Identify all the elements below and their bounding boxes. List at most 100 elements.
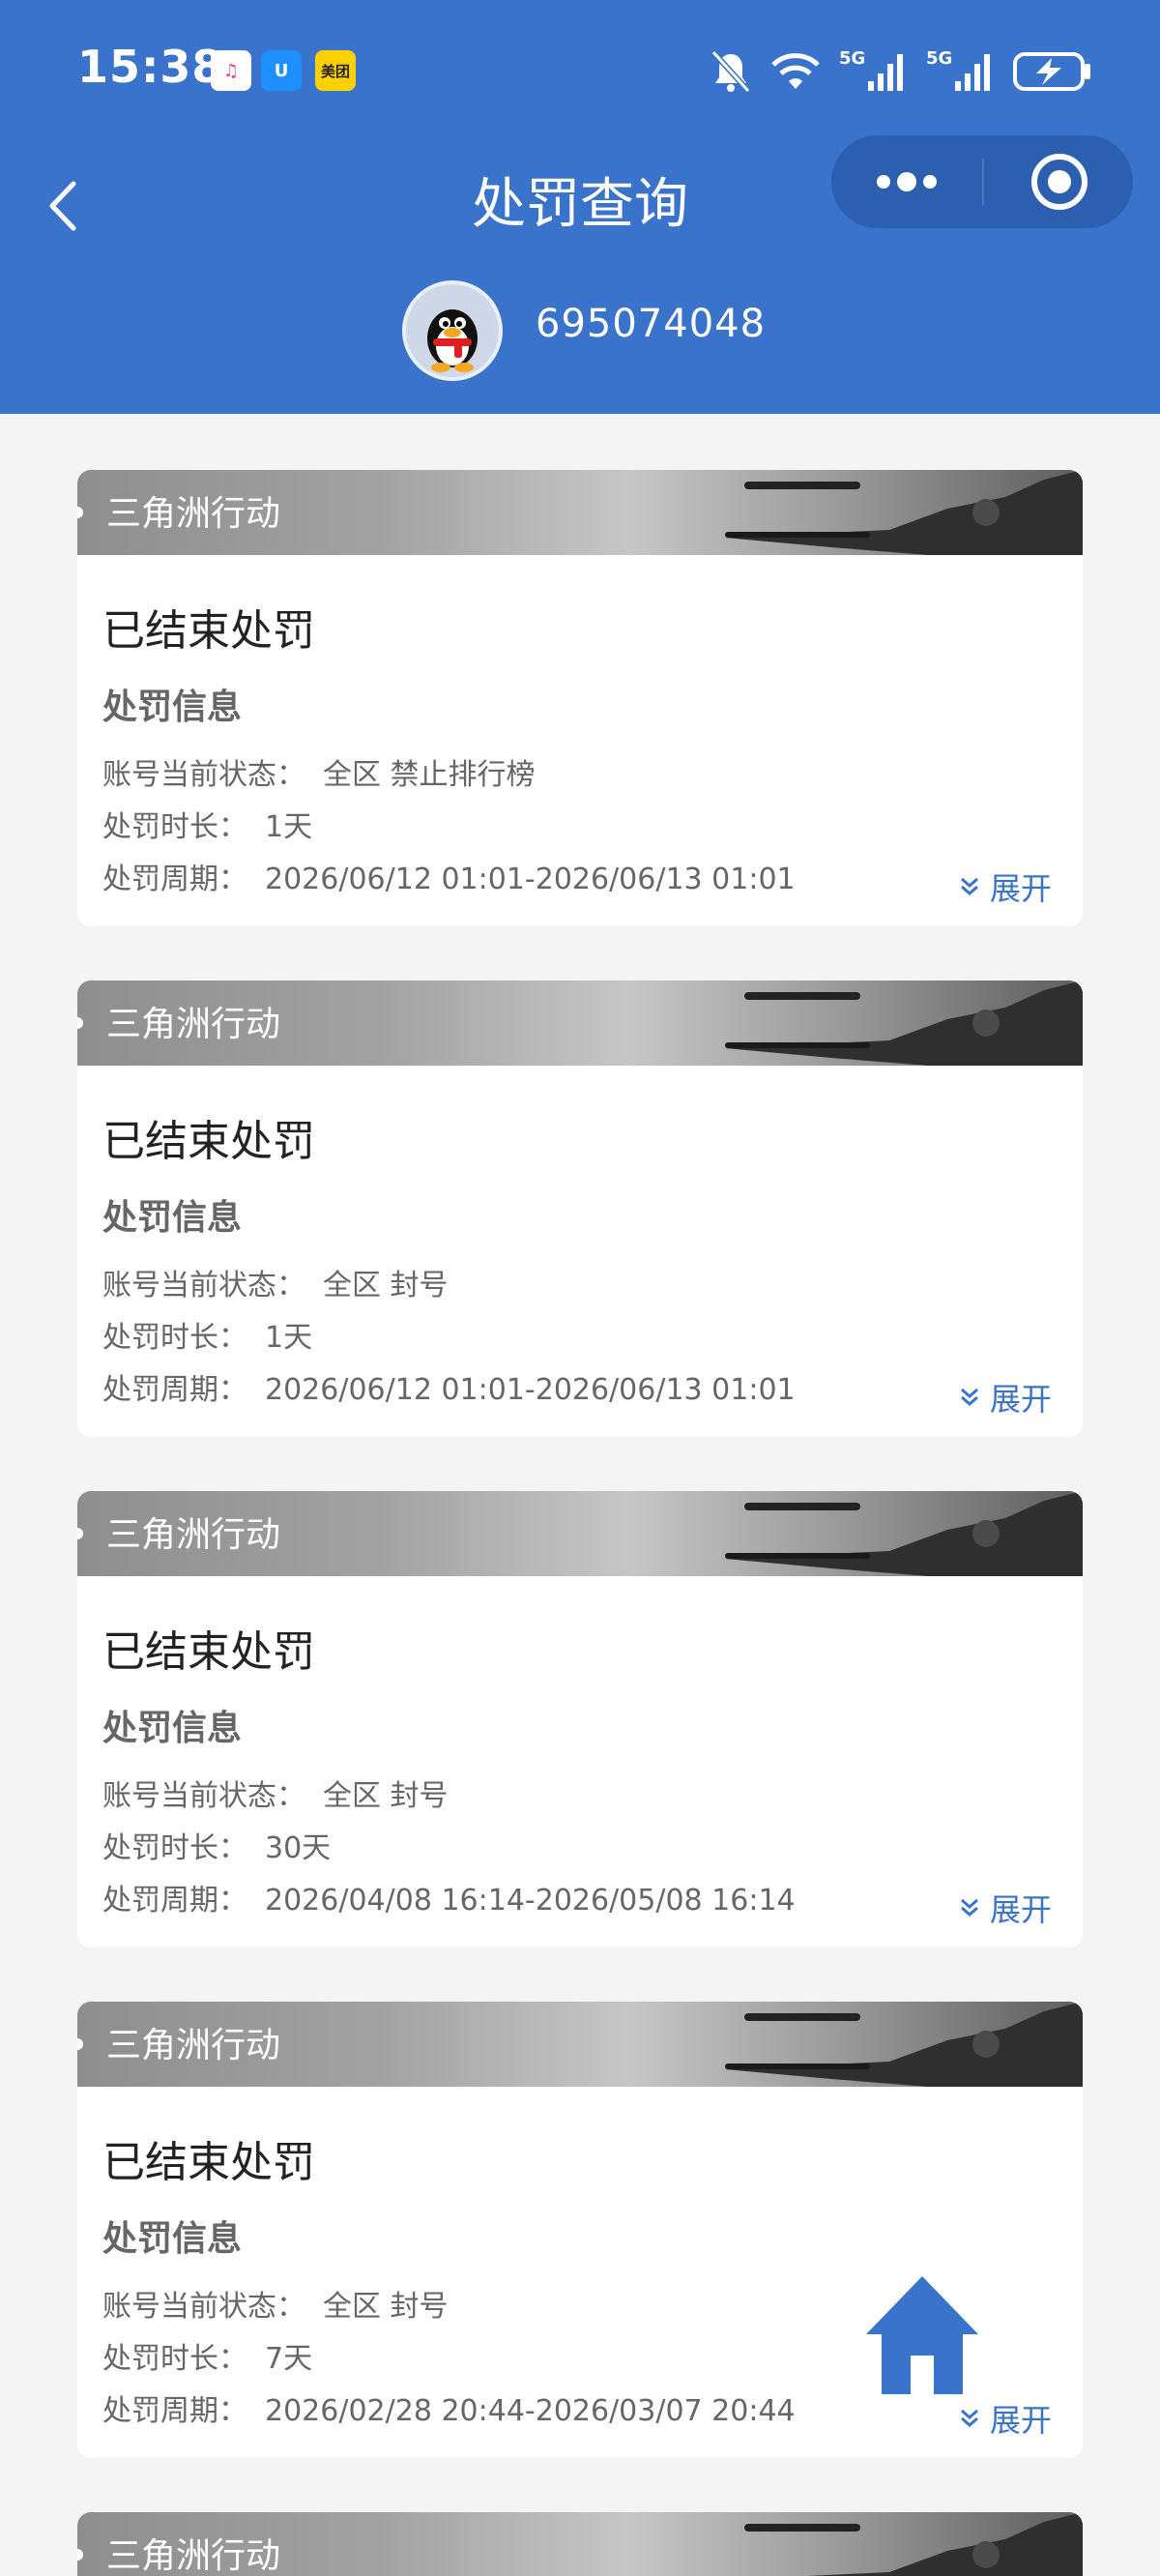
card-banner: 三角洲行动 <box>77 2512 1083 2576</box>
signal-5g-icon-2: 5G <box>926 48 996 95</box>
soldier-rifle-image <box>725 1491 1083 1576</box>
duration-value: 7天 <box>265 2342 313 2376</box>
info-heading: 处罚信息 <box>102 1198 243 1238</box>
duration-row: 处罚时长： 30天 <box>102 1824 331 1866</box>
account-state-value: 全区 封号 <box>323 1779 449 1813</box>
close-button[interactable] <box>984 135 1133 228</box>
account-state-value: 全区 封号 <box>323 1269 449 1303</box>
penalty-card: 三角洲行动 已结束处罚 处罚信息 账号当前状态： 全区 禁止排行榜 处罚时长： 1天… <box>77 470 1083 926</box>
double-chevron-down-icon <box>960 1388 978 1406</box>
soldier-rifle-image <box>725 981 1083 1066</box>
period-value: 2026/02/28 20:44-2026/03/07 20:44 <box>265 2394 796 2428</box>
home-button-icon[interactable] <box>862 2272 982 2398</box>
period-row: 处罚周期： 2026/06/12 01:01-2026/06/13 01:01 <box>102 1365 796 1408</box>
wifi-icon <box>771 53 820 89</box>
card-banner: 三角洲行动 <box>77 470 1083 555</box>
game-name: 三角洲行动 <box>106 494 281 534</box>
period-row: 处罚周期： 2026/06/12 01:01-2026/06/13 01:01 <box>102 855 796 897</box>
duration-label: 处罚时长： <box>102 2342 247 2376</box>
meituan-app-icon: 美团 <box>315 50 356 91</box>
account-state-label: 账号当前状态： <box>102 2290 305 2324</box>
signal-5g-icon: 5G <box>839 48 909 95</box>
game-name: 三角洲行动 <box>106 2536 281 2576</box>
banner-dot <box>77 2038 83 2050</box>
game-name: 三角洲行动 <box>106 1515 281 1555</box>
status-time: 15:38 <box>77 41 224 93</box>
account-state-label: 账号当前状态： <box>102 758 305 792</box>
banner-dot <box>77 1528 83 1539</box>
duration-label: 处罚时长： <box>102 1321 247 1355</box>
battery-charging-icon <box>1013 52 1090 91</box>
close-circle-icon <box>1031 154 1088 210</box>
account-state-value: 全区 禁止排行榜 <box>323 758 536 792</box>
expand-label: 展开 <box>989 1381 1052 1418</box>
period-label: 处罚周期： <box>102 1884 247 1917</box>
period-row: 处罚周期： 2026/02/28 20:44-2026/03/07 20:44 <box>102 2386 796 2429</box>
mute-icon <box>710 49 751 94</box>
account-state-row: 账号当前状态： 全区 封号 <box>102 1771 449 1814</box>
duration-value: 1天 <box>265 1321 313 1355</box>
double-chevron-down-icon <box>960 1898 978 1917</box>
expand-label: 展开 <box>989 2402 1052 2439</box>
penalty-status: 已结束处罚 <box>102 606 315 656</box>
banner-dot <box>77 507 83 518</box>
expand-button[interactable]: 展开 <box>959 2396 1052 2441</box>
mini-program-capsule <box>831 135 1133 228</box>
account-state-label: 账号当前状态： <box>102 1269 305 1303</box>
card-banner: 三角洲行动 <box>77 2002 1083 2087</box>
music-app-icon: ♫ <box>211 50 251 91</box>
avatar <box>402 280 503 381</box>
section-separator <box>0 414 1160 470</box>
penalty-card-partial: 三角洲行动 <box>77 2512 1083 2576</box>
period-label: 处罚周期： <box>102 1373 247 1407</box>
card-banner: 三角洲行动 <box>77 981 1083 1066</box>
duration-label: 处罚时长： <box>102 1831 247 1865</box>
penalty-status: 已结束处罚 <box>102 1117 315 1166</box>
status-bar: 15:38 ♫ U 美团 5G 5G <box>0 0 1160 143</box>
account-state-row: 账号当前状态： 全区 封号 <box>102 1261 449 1303</box>
period-value: 2026/06/12 01:01-2026/06/13 01:01 <box>265 1373 796 1407</box>
expand-label: 展开 <box>989 870 1052 907</box>
game-name: 三角洲行动 <box>106 2026 281 2065</box>
more-dots-icon <box>877 172 937 191</box>
account-state-value: 全区 封号 <box>323 2290 449 2324</box>
game-name: 三角洲行动 <box>106 1005 281 1044</box>
user-row: 695074048 <box>0 280 1160 387</box>
penalty-card: 三角洲行动 已结束处罚 处罚信息 账号当前状态： 全区 封号 处罚时长： 1天 处罚… <box>77 981 1083 1437</box>
duration-row: 处罚时长： 7天 <box>102 2334 312 2377</box>
expand-button[interactable]: 展开 <box>959 864 1052 909</box>
expand-button[interactable]: 展开 <box>959 1375 1052 1420</box>
duration-row: 处罚时长： 1天 <box>102 1313 312 1356</box>
status-icons: 5G 5G <box>710 43 1092 101</box>
expand-button[interactable]: 展开 <box>959 1886 1052 1930</box>
banner-dot <box>77 2549 83 2561</box>
u-app-icon: U <box>261 50 302 91</box>
duration-value: 30天 <box>265 1831 332 1865</box>
more-button[interactable] <box>831 135 982 228</box>
info-heading: 处罚信息 <box>102 1709 243 1748</box>
soldier-rifle-image <box>725 470 1083 555</box>
period-value: 2026/04/08 16:14-2026/05/08 16:14 <box>265 1884 796 1917</box>
penalty-card: 三角洲行动 已结束处罚 处罚信息 账号当前状态： 全区 封号 处罚时长： 30天 处… <box>77 1491 1083 1947</box>
account-state-row: 账号当前状态： 全区 封号 <box>102 2282 449 2325</box>
period-value: 2026/06/12 01:01-2026/06/13 01:01 <box>265 863 796 896</box>
qq-penguin-icon <box>406 284 499 377</box>
duration-row: 处罚时长： 1天 <box>102 803 312 845</box>
soldier-rifle-image <box>725 2002 1083 2087</box>
banner-dot <box>77 1017 83 1029</box>
duration-label: 处罚时长： <box>102 810 247 844</box>
double-chevron-down-icon <box>960 2409 978 2427</box>
expand-label: 展开 <box>989 1891 1052 1928</box>
account-state-label: 账号当前状态： <box>102 1779 305 1813</box>
duration-value: 1天 <box>265 810 313 844</box>
header: 15:38 ♫ U 美团 5G 5G 处罚查询 695074048 <box>0 0 1160 414</box>
penalty-status: 已结束处罚 <box>102 2138 315 2187</box>
period-label: 处罚周期： <box>102 2394 247 2428</box>
account-state-row: 账号当前状态： 全区 禁止排行榜 <box>102 750 536 793</box>
penalty-status: 已结束处罚 <box>102 1627 315 1677</box>
double-chevron-down-icon <box>960 877 978 895</box>
period-row: 处罚周期： 2026/04/08 16:14-2026/05/08 16:14 <box>102 1876 796 1918</box>
soldier-rifle-image <box>744 2512 1083 2576</box>
info-heading: 处罚信息 <box>102 688 243 727</box>
info-heading: 处罚信息 <box>102 2219 243 2259</box>
